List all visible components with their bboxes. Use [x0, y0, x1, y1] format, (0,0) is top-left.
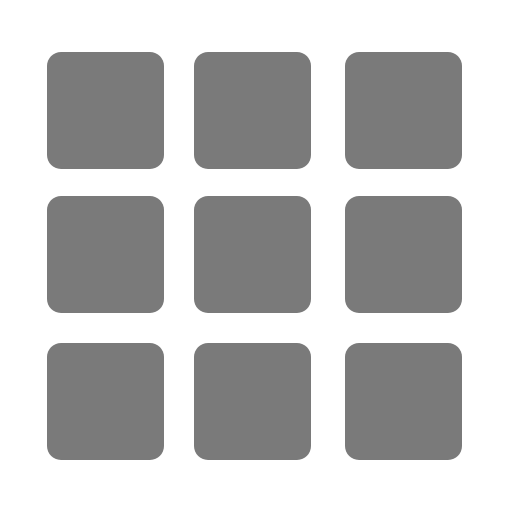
grid-tile-r3-c3: [345, 343, 462, 460]
grid-tile-r1-c1: [47, 52, 164, 169]
grid-tile-r2-c1: [47, 196, 164, 313]
grid-tile-r1-c3: [345, 52, 462, 169]
grid-tile-r2-c2: [194, 196, 311, 313]
grid-tile-r2-c3: [345, 196, 462, 313]
grid-tile-r3-c2: [194, 343, 311, 460]
grid-icon-svg: [47, 52, 462, 460]
grid-tile-r3-c1: [47, 343, 164, 460]
grid-tile-r1-c2: [194, 52, 311, 169]
icon-canvas: [0, 0, 512, 512]
grid-icon: [0, 0, 512, 512]
